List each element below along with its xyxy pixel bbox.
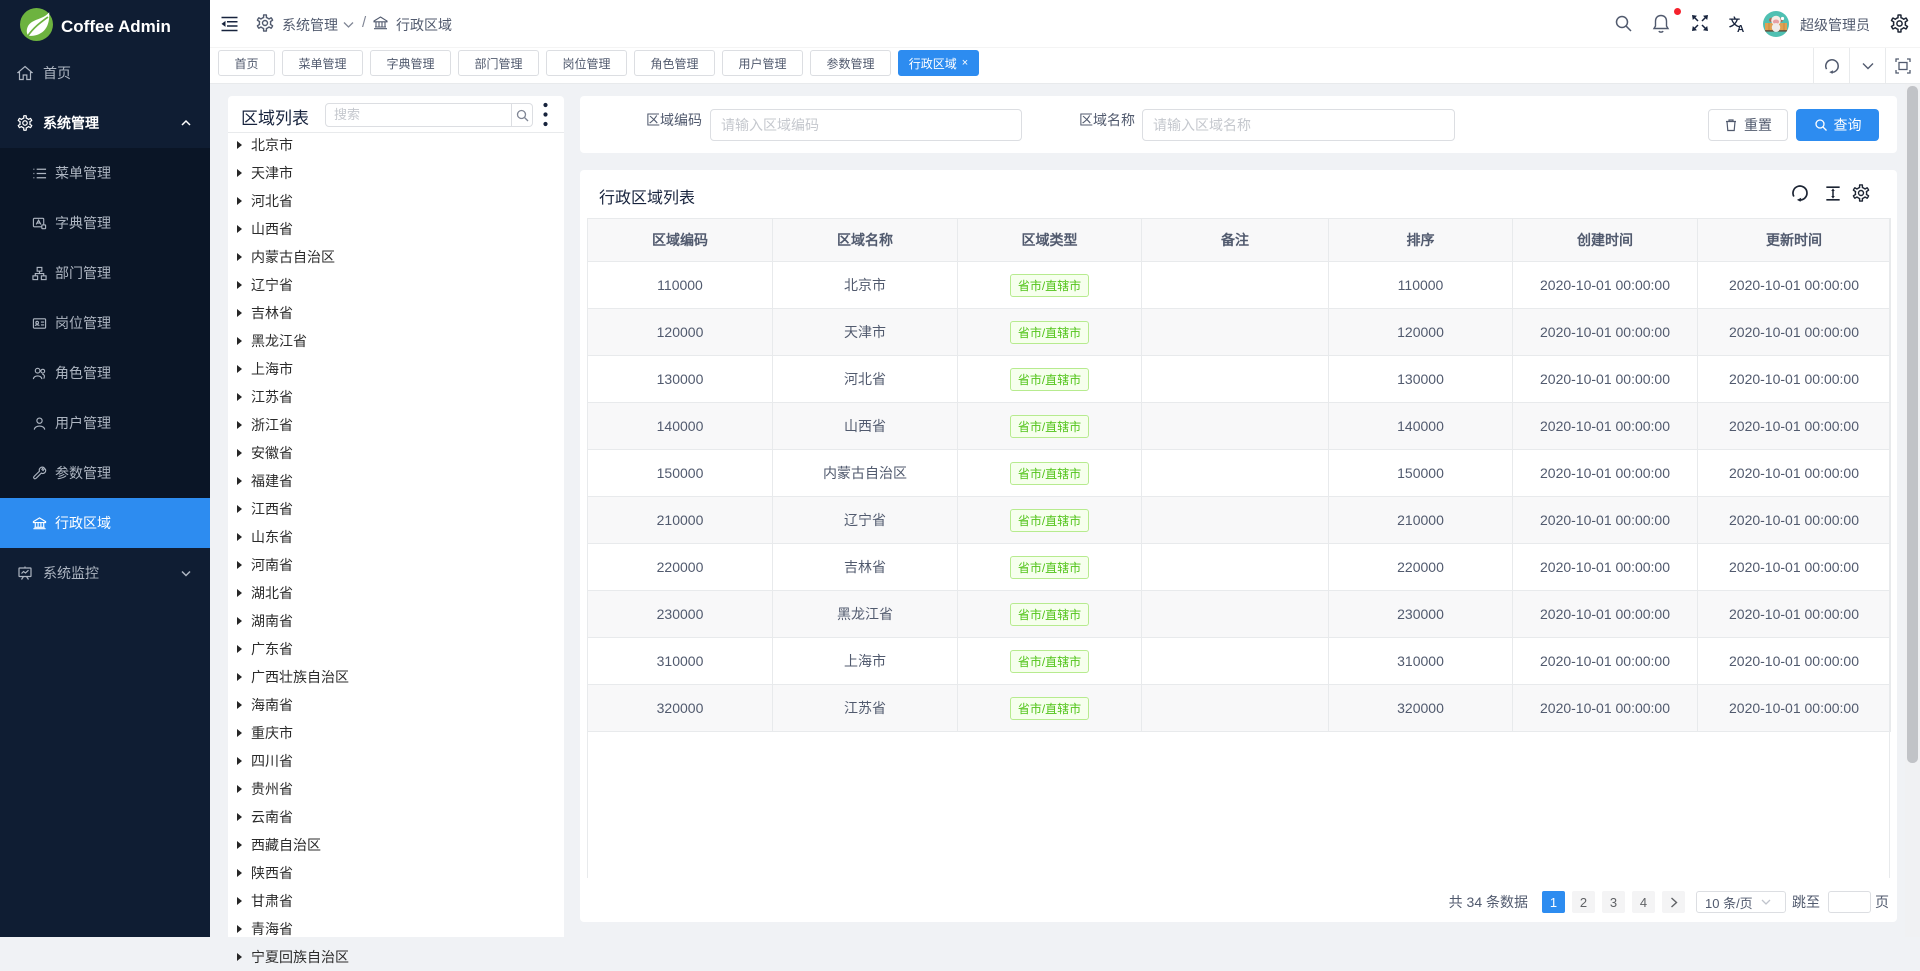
- svg-text:A: A: [1737, 24, 1744, 34]
